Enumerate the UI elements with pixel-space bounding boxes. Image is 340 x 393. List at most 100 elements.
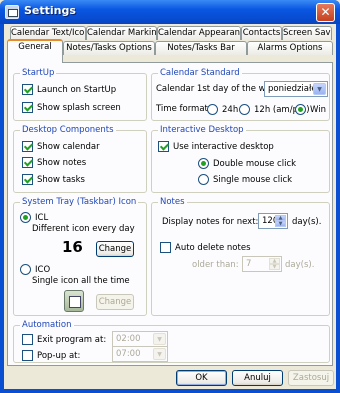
auto-delete-checkbox[interactable]: Auto delete notes	[160, 242, 251, 253]
exit-program-label: Exit program at:	[37, 334, 107, 345]
ok-button[interactable]: OK	[176, 370, 227, 386]
checkbox-icon[interactable]	[22, 102, 33, 113]
checkbox-icon[interactable]	[22, 141, 33, 152]
single-click-radio[interactable]: Single mouse click	[198, 174, 292, 185]
radio-icon[interactable]	[207, 104, 218, 115]
show-tasks-checkbox[interactable]: Show tasks	[22, 174, 85, 185]
display-notes-spinner[interactable]: 120 ▲ ▼	[258, 213, 288, 229]
launch-on-startup-checkbox[interactable]: Launch on StartUp	[22, 84, 116, 95]
icl-change-button[interactable]: Change	[96, 241, 134, 257]
radio-icon[interactable]	[295, 104, 306, 115]
tab-alarms-options[interactable]: Alarms Options	[247, 41, 333, 55]
system-tray-group: System Tray (Taskbar) Icon ICL Different…	[13, 197, 147, 316]
checkbox-icon[interactable]	[22, 350, 33, 361]
exit-time-value: 02:00	[116, 334, 141, 344]
launch-on-startup-label: Launch on StartUp	[37, 84, 117, 95]
exit-program-checkbox[interactable]: Exit program at:	[22, 334, 106, 345]
auto-delete-label: Auto delete notes	[175, 242, 251, 253]
notes-group-label: Notes	[158, 197, 187, 207]
show-splash-checkbox[interactable]: Show splash screen	[22, 102, 121, 113]
older-than-spinner[interactable]: 7 ▲ ▼	[242, 256, 282, 272]
close-button[interactable]: ✕	[316, 3, 335, 22]
day-number-icon: 16	[62, 238, 83, 256]
radio-win[interactable]: Win	[295, 104, 326, 115]
show-tasks-label: Show tasks	[37, 174, 85, 185]
icl-label: ICL	[35, 212, 49, 223]
chevron-down-icon[interactable]: ▼	[153, 333, 166, 345]
use-interactive-checkbox[interactable]: Use interactive desktop	[158, 141, 274, 152]
app-icon	[5, 5, 19, 19]
general-tab-panel: StartUp Launch on StartUp Show splash sc…	[7, 62, 333, 366]
popup-checkbox[interactable]: Pop-up at:	[22, 350, 80, 361]
chevron-down-icon[interactable]: ▼	[313, 83, 326, 95]
double-click-radio[interactable]: Double mouse click	[198, 158, 296, 169]
exit-time-select[interactable]: 02:00 ▼	[112, 331, 168, 347]
desktop-components-group-label: Desktop Components	[20, 125, 116, 135]
cancel-button[interactable]: Anuluj	[232, 370, 283, 386]
double-click-label: Double mouse click	[213, 158, 297, 169]
window-client: Calendar Text/Icons Calendar Marking Cal…	[4, 24, 336, 389]
older-than-unit: day(s).	[285, 260, 315, 270]
system-tray-group-label: System Tray (Taskbar) Icon	[20, 197, 139, 207]
popup-label: Pop-up at:	[37, 350, 81, 361]
tab-calendar-appearance[interactable]: Calendar Appearance	[157, 26, 241, 40]
display-notes-unit: day(s).	[292, 217, 322, 227]
icl-radio[interactable]: ICL	[20, 212, 48, 223]
title-bar[interactable]: Settings ✕	[0, 0, 340, 24]
single-click-label: Single mouse click	[213, 174, 293, 185]
ico-change-button[interactable]: Change	[96, 294, 134, 310]
popup-time-select[interactable]: 07:00 ▼	[112, 346, 168, 362]
time-format-label: Time format:	[156, 104, 211, 114]
ico-radio[interactable]: ICO	[20, 264, 50, 275]
radio-icon[interactable]	[198, 158, 209, 169]
checkbox-icon[interactable]	[160, 242, 171, 253]
interactive-desktop-group-label: Interactive Desktop	[158, 125, 246, 135]
tab-screen-saver[interactable]: Screen Saver	[282, 26, 332, 40]
spinner-arrows-icon[interactable]: ▲ ▼	[269, 258, 280, 270]
interactive-desktop-group: Interactive Desktop Use interactive desk…	[151, 125, 330, 193]
tab-contacts[interactable]: Contacts	[241, 26, 282, 40]
radio-24h[interactable]: 24h	[207, 104, 238, 115]
tray-calendar-icon	[64, 290, 84, 312]
tab-general[interactable]: General	[7, 39, 63, 63]
desktop-components-group: Desktop Components Show calendar Show no…	[13, 125, 147, 193]
checkbox-icon[interactable]	[22, 334, 33, 345]
notes-group: Notes Display notes for next: 120 ▲ ▼ day…	[151, 197, 330, 316]
radio-icon[interactable]	[20, 212, 31, 223]
use-interactive-label: Use interactive desktop	[173, 141, 274, 152]
radio-icon[interactable]	[20, 264, 31, 275]
apply-button[interactable]: Zastosuj	[288, 370, 334, 386]
ico-label: ICO	[35, 264, 51, 275]
automation-group: Automation Exit program at: 02:00 ▼ Pop-…	[13, 320, 330, 363]
radio-win-label: Win	[310, 104, 326, 115]
chevron-down-icon[interactable]: ▼	[153, 348, 166, 360]
ico-description: Single icon all the time	[32, 276, 130, 286]
radio-icon[interactable]	[239, 104, 250, 115]
popup-time-value: 07:00	[116, 349, 141, 359]
checkbox-icon[interactable]	[22, 157, 33, 168]
startup-group: StartUp Launch on StartUp Show splash sc…	[13, 68, 147, 121]
display-notes-label: Display notes for next:	[162, 217, 259, 227]
show-notes-checkbox[interactable]: Show notes	[22, 157, 86, 168]
checkbox-icon[interactable]	[22, 174, 33, 185]
first-day-select[interactable]: poniedziałek ▼	[264, 81, 328, 97]
tab-notes-tasks-bar[interactable]: Notes/Tasks Bar	[155, 41, 247, 55]
radio-24h-label: 24h	[222, 104, 239, 115]
show-notes-label: Show notes	[37, 157, 87, 168]
older-than-value: 7	[246, 259, 252, 269]
radio-icon[interactable]	[198, 174, 209, 185]
show-calendar-checkbox[interactable]: Show calendar	[22, 141, 100, 152]
tab-calendar-text-icons[interactable]: Calendar Text/Icons	[10, 26, 86, 40]
checkbox-icon[interactable]	[158, 141, 169, 152]
show-calendar-label: Show calendar	[37, 141, 100, 152]
icl-description: Different icon every day	[32, 224, 135, 234]
spinner-arrows-icon[interactable]: ▲ ▼	[275, 215, 286, 227]
calendar-standard-group-label: Calendar Standard	[158, 68, 242, 78]
checkbox-icon[interactable]	[22, 84, 33, 95]
tab-calendar-marking[interactable]: Calendar Marking	[86, 26, 157, 40]
show-splash-label: Show splash screen	[37, 102, 121, 113]
tab-notes-tasks-options[interactable]: Notes/Tasks Options	[63, 41, 155, 55]
older-than-label: older than:	[192, 260, 239, 270]
window-title: Settings	[24, 4, 76, 17]
startup-group-label: StartUp	[20, 68, 57, 78]
